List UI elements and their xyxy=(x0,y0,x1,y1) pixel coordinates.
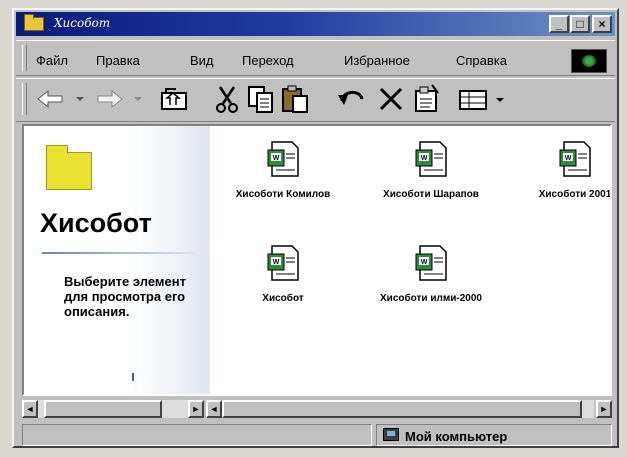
left-pane-scroll-track[interactable] xyxy=(38,400,188,418)
menu-file[interactable]: Файл xyxy=(36,53,68,68)
status-panel xyxy=(22,424,372,446)
description-text: Выберите элемент для просмотра его описа… xyxy=(64,274,186,319)
status-location: Мой компьютер xyxy=(405,429,508,444)
windows-logo xyxy=(571,49,607,73)
cut-icon[interactable] xyxy=(212,83,242,115)
folder-title: Хисобот xyxy=(40,208,152,238)
back-icon[interactable] xyxy=(34,83,90,115)
svg-text:W: W xyxy=(565,155,572,162)
paste-icon[interactable] xyxy=(280,83,310,115)
scroll-right-button[interactable]: ► xyxy=(188,400,204,418)
horizontal-scrollbars: ◄ ► ◄ ► xyxy=(22,400,612,420)
window-title: Хисобот xyxy=(54,16,111,30)
file-label: Хисоботи Шарапов xyxy=(383,189,479,200)
delete-icon[interactable] xyxy=(376,83,406,115)
my-computer-icon xyxy=(383,428,399,441)
minimize-button[interactable]: _ xyxy=(549,15,569,33)
folder-content: Хисобот Выберите элемент для просмотра е… xyxy=(22,124,612,396)
content-scroll-thumb[interactable] xyxy=(222,400,582,418)
svg-text:W: W xyxy=(421,155,428,162)
toolbar xyxy=(16,78,615,122)
file-label: Хисоботи илми-2000 xyxy=(380,293,482,304)
svg-text:W: W xyxy=(421,259,428,266)
status-zone-panel: Мой компьютер xyxy=(376,424,612,446)
forward-icon[interactable] xyxy=(94,83,150,115)
close-button[interactable]: × xyxy=(592,15,612,33)
file-item[interactable]: W Хисоботи Комилов xyxy=(228,140,338,201)
file-label: Хисобот xyxy=(262,293,304,304)
svg-text:W: W xyxy=(273,155,280,162)
text-cursor xyxy=(132,373,134,381)
left-pane-scroll-thumb[interactable] xyxy=(44,400,162,418)
windows-logo-icon xyxy=(582,55,596,67)
menu-help[interactable]: Справка xyxy=(456,53,507,68)
scroll-right-button[interactable]: ► xyxy=(596,400,612,418)
word-document-icon: W xyxy=(415,245,447,281)
menu-bar: Файл Правка Вид Переход Избранное Справк… xyxy=(16,40,615,76)
word-document-icon: W xyxy=(267,141,299,177)
toolbar-grip[interactable] xyxy=(22,83,27,115)
views-icon[interactable] xyxy=(456,83,512,115)
menu-go[interactable]: Переход xyxy=(242,53,294,68)
status-bar: Мой компьютер xyxy=(22,424,612,446)
undo-icon[interactable] xyxy=(334,83,368,115)
menu-edit[interactable]: Правка xyxy=(96,53,140,68)
folder-icon xyxy=(24,14,44,31)
title-bar[interactable]: Хисобот _ □ × xyxy=(16,12,615,36)
up-folder-icon[interactable] xyxy=(156,83,192,115)
explorer-window: Хисобот _ □ × Файл Правка Вид Переход Из… xyxy=(12,8,619,448)
word-document-icon: W xyxy=(267,245,299,281)
word-document-icon: W xyxy=(559,141,591,177)
scroll-left-button[interactable]: ◄ xyxy=(22,400,38,418)
properties-icon[interactable] xyxy=(412,83,442,115)
file-label: Хисоботи Комилов xyxy=(235,189,331,200)
file-label: Хисоботи 2001 xyxy=(538,189,612,200)
file-item[interactable]: W Хисоботи 2001 xyxy=(520,140,612,201)
content-scroll-track[interactable] xyxy=(222,400,594,418)
web-view-pane: Хисобот Выберите элемент для просмотра е… xyxy=(24,126,210,394)
svg-text:W: W xyxy=(273,259,280,266)
scroll-left-button[interactable]: ◄ xyxy=(206,400,222,418)
file-item[interactable]: W Хисобот xyxy=(228,244,338,305)
file-item[interactable]: W Хисоботи Шарапов xyxy=(376,140,486,201)
menu-view[interactable]: Вид xyxy=(190,53,214,68)
copy-icon[interactable] xyxy=(246,83,276,115)
folder-icon xyxy=(46,145,92,190)
menu-grip[interactable] xyxy=(22,45,27,71)
word-document-icon: W xyxy=(415,141,447,177)
menu-favorites[interactable]: Избранное xyxy=(344,53,410,68)
divider xyxy=(42,252,196,254)
maximize-button[interactable]: □ xyxy=(570,15,590,33)
file-item[interactable]: W Хисоботи илми-2000 xyxy=(376,244,486,305)
